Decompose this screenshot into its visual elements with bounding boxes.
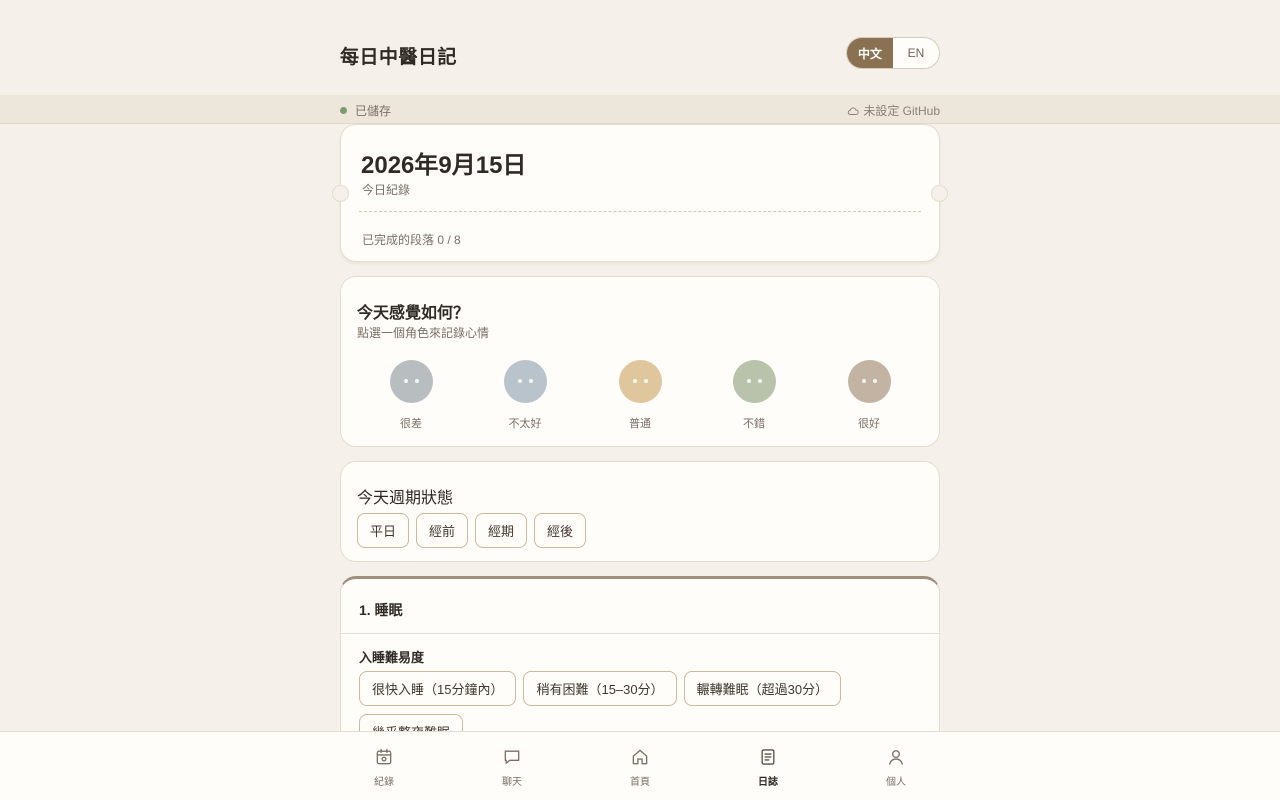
- mood-option-good[interactable]: 不錯: [719, 360, 789, 431]
- mood-options: 很差 不太好 普通 不錯 很好: [341, 360, 941, 430]
- github-status[interactable]: 未設定 GitHub: [847, 102, 940, 119]
- cycle-title: 今天週期狀態: [357, 490, 454, 507]
- mood-face-icon: [847, 360, 891, 403]
- nav-label: 聊天: [502, 777, 522, 788]
- calendar-icon: [376, 748, 392, 765]
- completion-progress: 已完成的段落 0 / 8: [362, 233, 461, 247]
- cycle-options: 平日 經前 經期 經後: [357, 513, 587, 548]
- cycle-card: 今天週期狀態 平日 經前 經期 經後: [340, 461, 940, 562]
- cycle-option-postmenstrual[interactable]: 經後: [534, 513, 587, 548]
- save-status: 已儲存: [340, 102, 391, 119]
- mood-face-icon: [389, 360, 433, 403]
- language-toggle[interactable]: 中文 EN: [846, 37, 940, 69]
- chat-icon: [504, 750, 520, 764]
- cloud-icon: [848, 107, 859, 115]
- journal-icon: [761, 749, 775, 765]
- nav-label: 個人: [886, 777, 906, 788]
- ticket-notch-right: [931, 185, 948, 202]
- lang-zh-button[interactable]: 中文: [847, 38, 893, 68]
- mood-title: 今天感覺如何？: [357, 305, 470, 322]
- lang-en-button[interactable]: EN: [893, 38, 939, 68]
- date-title: 2026年9月15日: [361, 152, 527, 179]
- cycle-option-regular[interactable]: 平日: [357, 513, 410, 548]
- app-header: 每日中醫日記 中文 EN: [0, 0, 1280, 95]
- mood-option-normal[interactable]: 普通: [605, 360, 675, 431]
- question-title: 入睡難易度: [359, 650, 425, 665]
- mood-face-icon: [618, 360, 662, 403]
- nav-item-journal[interactable]: 日誌: [738, 747, 798, 788]
- mood-option-not-good[interactable]: 不太好: [490, 360, 560, 431]
- option-tossing-turning[interactable]: 輾轉難眠（超過30分）: [683, 671, 842, 706]
- mood-card: 今天感覺如何？ 點選一個角色來記錄心情 很差 不太好 普通 不錯 很好: [340, 276, 940, 447]
- nav-label: 首頁: [630, 777, 650, 788]
- status-bar: 已儲存 未設定 GitHub: [0, 95, 1280, 124]
- divider: [359, 211, 921, 212]
- saved-dot-icon: [340, 107, 347, 114]
- date-card: 2026年9月15日 今日紀錄 已完成的段落 0 / 8: [332, 124, 948, 262]
- nav-item-profile[interactable]: 個人: [866, 747, 926, 788]
- app-title: 每日中醫日記: [340, 47, 458, 68]
- nav-item-home[interactable]: 首頁: [610, 747, 670, 788]
- github-status-text: 未設定 GitHub: [863, 104, 940, 118]
- mood-label: 不太好: [508, 418, 542, 430]
- nav-item-records[interactable]: 紀錄: [354, 747, 414, 788]
- cycle-option-premenstrual[interactable]: 經前: [416, 513, 469, 548]
- mood-face-icon: [732, 360, 776, 403]
- option-slight-difficulty[interactable]: 稍有困難（15–30分）: [523, 671, 677, 706]
- mood-label: 不錯: [743, 418, 765, 430]
- user-icon: [889, 750, 903, 765]
- mood-option-very-bad[interactable]: 很差: [376, 360, 446, 431]
- home-icon: [632, 749, 648, 765]
- mood-label: 很差: [400, 418, 422, 430]
- nav-label: 紀錄: [374, 777, 394, 788]
- mood-subtitle: 點選一個角色來記錄心情: [357, 326, 490, 340]
- ticket-notch-left: [332, 185, 349, 202]
- bottom-navigation: 紀錄 聊天 首頁 日誌 個人: [0, 731, 1280, 800]
- option-fast-sleep[interactable]: 很快入睡（15分鐘內）: [359, 671, 517, 706]
- date-subtitle: 今日紀錄: [362, 183, 411, 197]
- mood-face-icon: [503, 360, 547, 403]
- section-header[interactable]: 1. 睡眠: [341, 579, 939, 634]
- mood-option-very-good[interactable]: 很好: [834, 360, 904, 431]
- section-title: 1. 睡眠: [359, 602, 403, 618]
- save-status-text: 已儲存: [355, 104, 392, 118]
- cycle-option-menstrual[interactable]: 經期: [475, 513, 528, 548]
- nav-label: 日誌: [758, 777, 778, 788]
- mood-label: 很好: [858, 418, 880, 430]
- nav-item-chat[interactable]: 聊天: [482, 747, 542, 788]
- mood-label: 普通: [629, 418, 651, 430]
